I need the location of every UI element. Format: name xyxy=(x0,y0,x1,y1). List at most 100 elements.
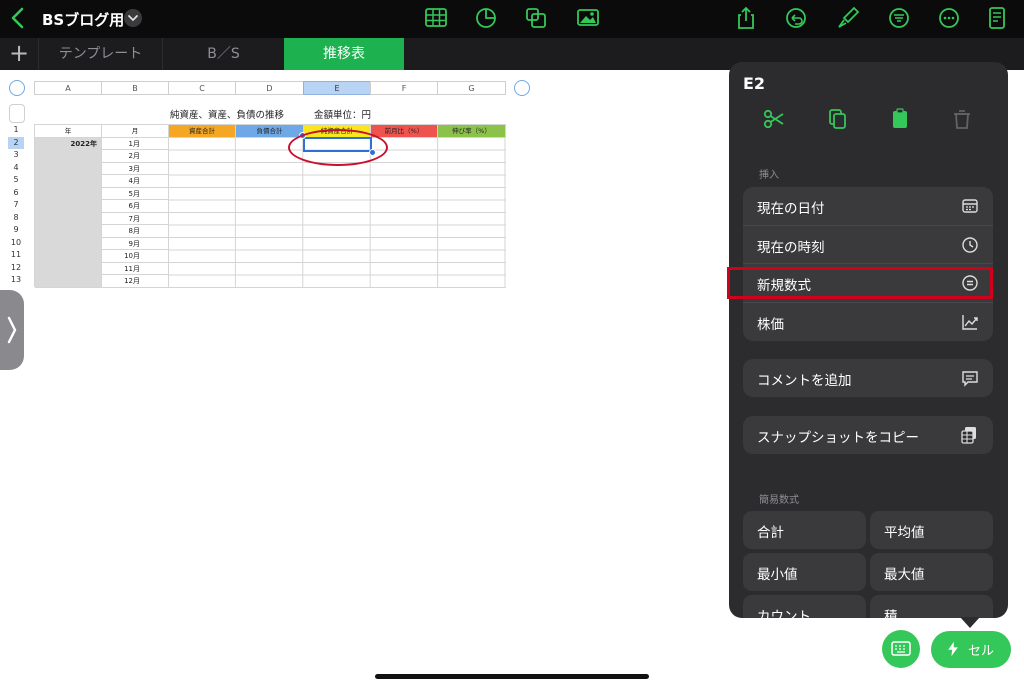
quick-formula-count[interactable]: カウント xyxy=(743,595,866,618)
month-cell[interactable]: 4月 xyxy=(102,175,169,188)
unit-label: 金額単位：円 xyxy=(314,110,372,121)
row-header-11[interactable]: 11 xyxy=(8,249,24,262)
quick-formula-sum[interactable]: 合計 xyxy=(743,511,866,549)
add-comment-button[interactable]: コメントを追加 xyxy=(743,359,993,397)
organize-icon[interactable] xyxy=(885,5,913,31)
month-cell[interactable]: 9月 xyxy=(102,237,169,250)
row-header-12[interactable]: 12 xyxy=(8,261,24,274)
column-header-e[interactable]: E xyxy=(303,81,371,95)
calendar-icon xyxy=(961,197,979,215)
snapshot-group: スナップショットをコピー xyxy=(743,416,993,454)
insert-current-date[interactable]: 現在の日付 xyxy=(743,187,993,226)
header-cell-month[interactable]: 月 xyxy=(102,125,169,138)
add-comment-label: コメントを追加 xyxy=(757,373,852,389)
header-cell-growth[interactable]: 伸び率（%） xyxy=(438,125,506,138)
row-header-10[interactable]: 10 xyxy=(8,236,24,249)
keyboard-button[interactable] xyxy=(882,630,920,668)
cell-button-label: セル xyxy=(968,644,995,659)
snapshot-icon xyxy=(961,426,979,444)
comment-icon xyxy=(961,369,979,387)
month-cell[interactable]: 8月 xyxy=(102,225,169,238)
chart-icon[interactable] xyxy=(472,5,500,31)
copy-snapshot-button[interactable]: スナップショットをコピー xyxy=(743,416,993,454)
insert-item-label: 現在の日付 xyxy=(757,201,825,217)
cell-button[interactable]: セル xyxy=(931,631,1011,668)
month-cell[interactable]: 11月 xyxy=(102,262,169,275)
quick-formula-product[interactable]: 積 xyxy=(870,595,993,618)
sidebar-toggle-handle[interactable] xyxy=(0,290,24,370)
tab-template[interactable]: テンプレート xyxy=(38,38,162,70)
insert-group: 現在の日付 現在の時刻 新規数式 株価 xyxy=(743,187,993,341)
undo-icon[interactable] xyxy=(782,5,810,31)
scissors-icon[interactable] xyxy=(761,106,787,132)
row-header-2[interactable]: 2 xyxy=(8,136,24,149)
insert-item-label: 現在の時刻 xyxy=(757,239,825,256)
month-cell[interactable]: 6月 xyxy=(102,200,169,213)
row-header-9[interactable]: 9 xyxy=(8,224,24,237)
row-header-1[interactable]: 1 xyxy=(8,124,24,137)
column-header-a[interactable]: A xyxy=(34,81,102,95)
chevron-down-icon[interactable] xyxy=(124,9,142,27)
document-title[interactable]: BSブログ用 xyxy=(42,9,124,30)
row-header-3[interactable]: 3 xyxy=(8,149,24,162)
month-cell[interactable]: 2月 xyxy=(102,150,169,163)
month-cell[interactable]: 5月 xyxy=(102,187,169,200)
shape-icon[interactable] xyxy=(522,5,550,31)
highlight-box xyxy=(727,267,993,299)
row-header-6[interactable]: 6 xyxy=(8,186,24,199)
view-icon[interactable] xyxy=(983,5,1011,31)
row-header-7[interactable]: 7 xyxy=(8,199,24,212)
column-header-b[interactable]: B xyxy=(101,81,169,95)
header-cell-mom[interactable]: 前月比（%） xyxy=(371,125,438,138)
tab-trend[interactable]: 推移表 xyxy=(284,38,404,70)
add-column-handle[interactable] xyxy=(514,80,530,96)
comment-group: コメントを追加 xyxy=(743,359,993,397)
header-cell-assets[interactable]: 資産合計 xyxy=(169,125,236,138)
data-table: 年 月 資産合計 負債合計 純資産合計 前月比（%） 伸び率（%） 2022年 … xyxy=(34,124,506,288)
sheet-title: 純資産、資産、負債の推移 xyxy=(170,110,285,121)
header-cell-year[interactable]: 年 xyxy=(35,125,102,138)
column-header-f[interactable]: F xyxy=(370,81,438,95)
year-cell[interactable]: 2022年 xyxy=(35,137,102,288)
month-cell[interactable]: 10月 xyxy=(102,250,169,263)
month-cell[interactable]: 3月 xyxy=(102,162,169,175)
row-header-4[interactable]: 4 xyxy=(8,161,24,174)
paste-icon[interactable] xyxy=(887,106,913,132)
quick-formula-label: 平均値 xyxy=(884,525,925,541)
table-select-handle[interactable] xyxy=(9,80,25,96)
column-header-c[interactable]: C xyxy=(168,81,236,95)
quick-formula-label: 合計 xyxy=(757,525,784,541)
month-cell[interactable]: 7月 xyxy=(102,212,169,225)
stock-chart-icon xyxy=(961,313,979,331)
month-cell[interactable]: 12月 xyxy=(102,275,169,288)
insert-stock[interactable]: 株価 xyxy=(743,303,993,342)
row-header-13[interactable]: 13 xyxy=(8,274,24,287)
share-icon[interactable] xyxy=(732,5,760,31)
row-header-5[interactable]: 5 xyxy=(8,174,24,187)
media-icon[interactable] xyxy=(574,5,602,31)
more-icon[interactable] xyxy=(935,5,963,31)
month-cell[interactable]: 1月 xyxy=(102,137,169,150)
clock-icon xyxy=(961,236,979,254)
column-header-g[interactable]: G xyxy=(437,81,506,95)
table-icon[interactable] xyxy=(422,5,450,31)
format-brush-icon[interactable] xyxy=(834,5,862,31)
insert-item-label: 株価 xyxy=(757,316,784,333)
quick-formula-min[interactable]: 最小値 xyxy=(743,553,866,591)
add-sheet-button[interactable]: + xyxy=(0,38,38,70)
quick-formula-max[interactable]: 最大値 xyxy=(870,553,993,591)
column-header-d[interactable]: D xyxy=(235,81,304,95)
header-cell-liabilities[interactable]: 負債合計 xyxy=(236,125,304,138)
copy-icon[interactable] xyxy=(824,106,850,132)
cell-reference: E2 xyxy=(743,74,766,93)
home-indicator xyxy=(375,674,649,679)
back-chevron-icon[interactable] xyxy=(8,6,28,30)
insert-current-time[interactable]: 現在の時刻 xyxy=(743,226,993,264)
panel-pointer xyxy=(960,617,980,628)
insert-section-label: 挿入 xyxy=(759,170,779,181)
cell-context-panel: E2 挿入 現在の日付 現在の時刻 新規数式 株価 コメントを追加 スナップショ… xyxy=(729,62,1008,618)
quick-formula-average[interactable]: 平均値 xyxy=(870,511,993,549)
tab-bs[interactable]: B／S xyxy=(162,38,284,70)
row-header-8[interactable]: 8 xyxy=(8,211,24,224)
bolt-icon xyxy=(948,641,958,657)
